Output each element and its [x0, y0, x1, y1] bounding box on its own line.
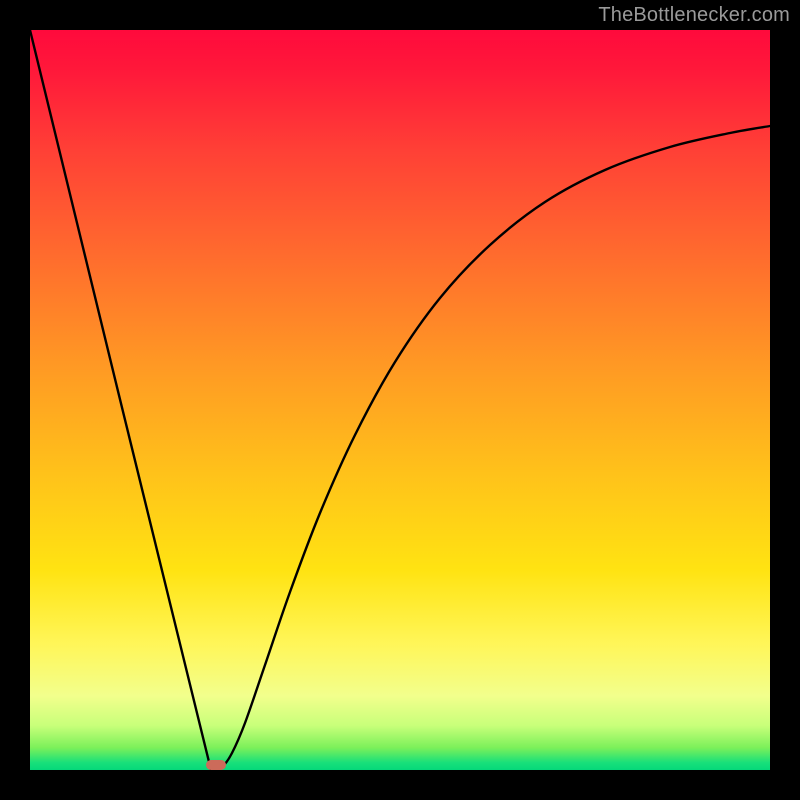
watermark-text: TheBottlenecker.com [598, 4, 790, 27]
chart-frame: TheBottlenecker.com [0, 0, 800, 800]
chart-plot-area [30, 30, 770, 770]
chart-curve [30, 30, 770, 770]
vertex-marker [206, 760, 226, 770]
